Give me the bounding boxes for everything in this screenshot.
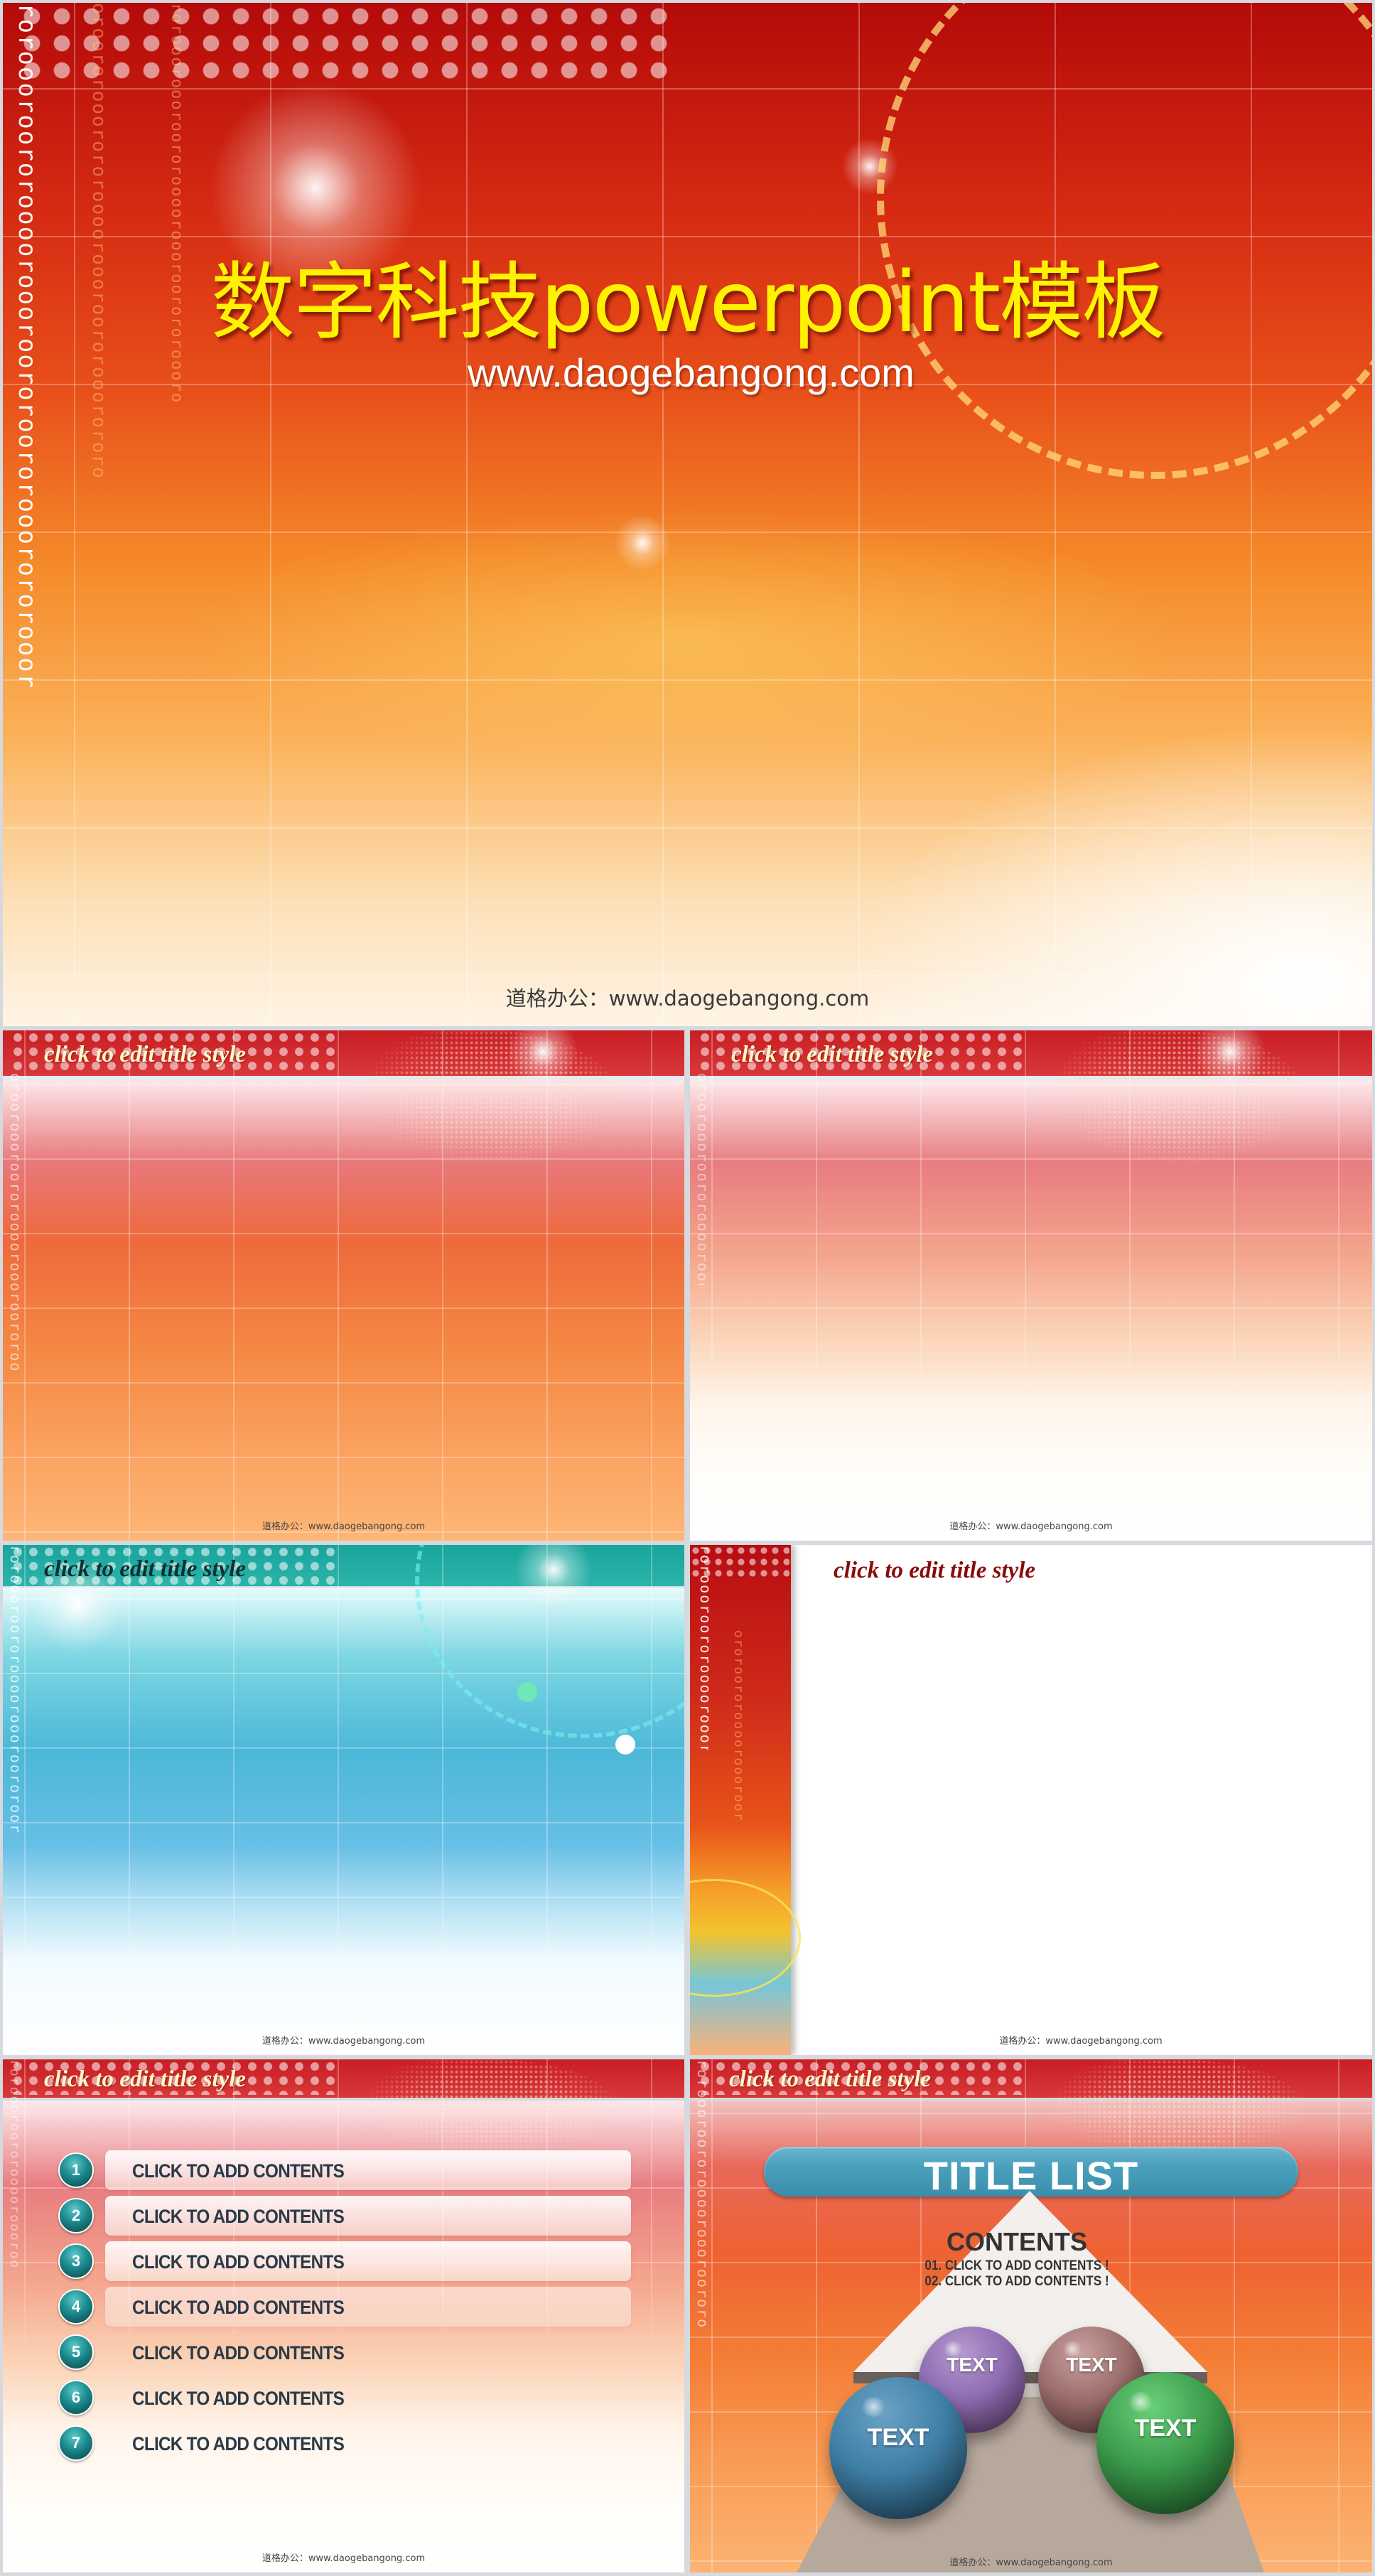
- slide-3[interactable]: orooroooroororooooroooroo click to edit …: [690, 1030, 1372, 1541]
- number-badge: 1: [58, 2152, 94, 2188]
- white-dot-decoration: [615, 1735, 635, 1755]
- contents-heading[interactable]: CONTENTS: [690, 2227, 1372, 2257]
- number-badge: 6: [58, 2380, 94, 2415]
- slide-2[interactable]: orooroooroororooooroooroororoo click to …: [3, 1030, 684, 1541]
- slide-background: [3, 1588, 684, 2055]
- list-item-text[interactable]: CLICK TO ADD CONTENTS: [132, 2297, 345, 2319]
- slide-6[interactable]: roroooroororooooroooroo click to edit ti…: [3, 2059, 684, 2572]
- green-dot-decoration: [517, 1682, 537, 1702]
- list-item[interactable]: 7 CLICK TO ADD CONTENTS: [58, 2423, 641, 2463]
- list-item-text[interactable]: CLICK TO ADD CONTENTS: [132, 2251, 345, 2273]
- slide-title[interactable]: click to edit title style: [731, 1042, 933, 1068]
- sphere-blue[interactable]: TEXT: [829, 2377, 967, 2519]
- list-item-text[interactable]: CLICK TO ADD CONTENTS: [132, 2206, 345, 2228]
- slide-footer: 道格办公：www.daogebangong.com: [261, 2036, 426, 2047]
- list-item[interactable]: 5 CLICK TO ADD CONTENTS: [58, 2332, 641, 2372]
- light-flare: [614, 514, 671, 571]
- binary-column-decoration: roroooroororooooroooroororoor: [697, 1545, 714, 1750]
- ring-decoration: [690, 1879, 801, 1997]
- number-badge: 3: [58, 2243, 94, 2279]
- list-item-text[interactable]: CLICK TO ADD CONTENTS: [132, 2342, 345, 2364]
- cover-subtitle-url[interactable]: www.daogebangong.com: [3, 350, 1372, 396]
- slide-5[interactable]: roroooroororooooroooroororoor ororoororo…: [690, 1545, 1372, 2055]
- slide-title[interactable]: click to edit title style: [834, 1558, 1035, 1584]
- cover-title[interactable]: 数字科技powerpoint模板: [3, 234, 1372, 355]
- slide-title[interactable]: click to edit title style: [44, 1042, 246, 1068]
- list-item-text[interactable]: CLICK TO ADD CONTENTS: [132, 2160, 345, 2182]
- contents-line[interactable]: 02. CLICK TO ADD CONTENTS !: [697, 2274, 1337, 2290]
- sphere-green[interactable]: TEXT: [1096, 2372, 1234, 2514]
- slide-footer: 道格办公：www.daogebangong.com: [949, 1521, 1113, 1532]
- number-badge: 2: [58, 2198, 94, 2233]
- binary-column-decoration: oroororooorororooooroooroororooorororo: [88, 3, 109, 480]
- slide-background: [690, 1080, 1372, 1541]
- list-item-text[interactable]: CLICK TO ADD CONTENTS: [132, 2388, 345, 2410]
- slide-footer: 道格办公：www.daogebangong.com: [949, 2558, 1113, 2568]
- binary-column-decoration: ororoororooooroooroor: [731, 1630, 746, 1822]
- slide-footer: 道格办公：www.daogebangong.com: [261, 1521, 426, 1532]
- slide-7[interactable]: roroooroororooooroooroororo click to edi…: [690, 2059, 1372, 2572]
- list-item[interactable]: 1 CLICK TO ADD CONTENTS: [58, 2150, 641, 2190]
- sphere-label: TEXT: [1066, 2354, 1117, 2376]
- list-item[interactable]: 3 CLICK TO ADD CONTENTS: [58, 2241, 641, 2281]
- slide-footer: 道格办公：www.daogebangong.com: [505, 986, 870, 1011]
- background-grid: [3, 3, 1372, 1026]
- sphere-label: TEXT: [867, 2424, 929, 2451]
- list-item[interactable]: 6 CLICK TO ADD CONTENTS: [58, 2378, 641, 2418]
- dot-matrix-decoration: [690, 1545, 789, 1580]
- dot-matrix-decoration: [17, 3, 671, 88]
- slide-title[interactable]: click to edit title style: [44, 1556, 246, 1583]
- binary-column-decoration: roroooroooroororooooroooroorororoooro: [168, 3, 185, 404]
- slide-footer: 道格办公：www.daogebangong.com: [999, 2036, 1163, 2047]
- arrow-diagram: [797, 2191, 1264, 2572]
- slide-footer: 道格办公：www.daogebangong.com: [261, 2553, 426, 2564]
- sphere-label: TEXT: [947, 2354, 998, 2376]
- side-decoration-strip: roroooroororooooroooroororoor ororoororo…: [690, 1545, 801, 2055]
- slide-cover[interactable]: roroooroororooooroooroororoororooorororo…: [3, 3, 1372, 1026]
- light-flare: [841, 138, 898, 195]
- number-badge: 7: [58, 2425, 94, 2461]
- sphere-label: TEXT: [1134, 2415, 1197, 2442]
- contents-line[interactable]: 01. CLICK TO ADD CONTENTS !: [697, 2258, 1337, 2274]
- list-item[interactable]: 2 CLICK TO ADD CONTENTS: [58, 2196, 641, 2236]
- list-item[interactable]: 4 CLICK TO ADD CONTENTS: [58, 2287, 641, 2327]
- numbered-list: 1 CLICK TO ADD CONTENTS 2 CLICK TO ADD C…: [3, 2059, 684, 2572]
- number-badge: 4: [58, 2289, 94, 2324]
- binary-column-decoration: roroooroororooooroooroororoororooorororo…: [13, 3, 41, 690]
- number-badge: 5: [58, 2334, 94, 2370]
- slide-4[interactable]: roroooroororooooroooroororoor click to e…: [3, 1545, 684, 2055]
- slide-background: [3, 1080, 684, 1541]
- list-item-text[interactable]: CLICK TO ADD CONTENTS: [132, 2433, 345, 2455]
